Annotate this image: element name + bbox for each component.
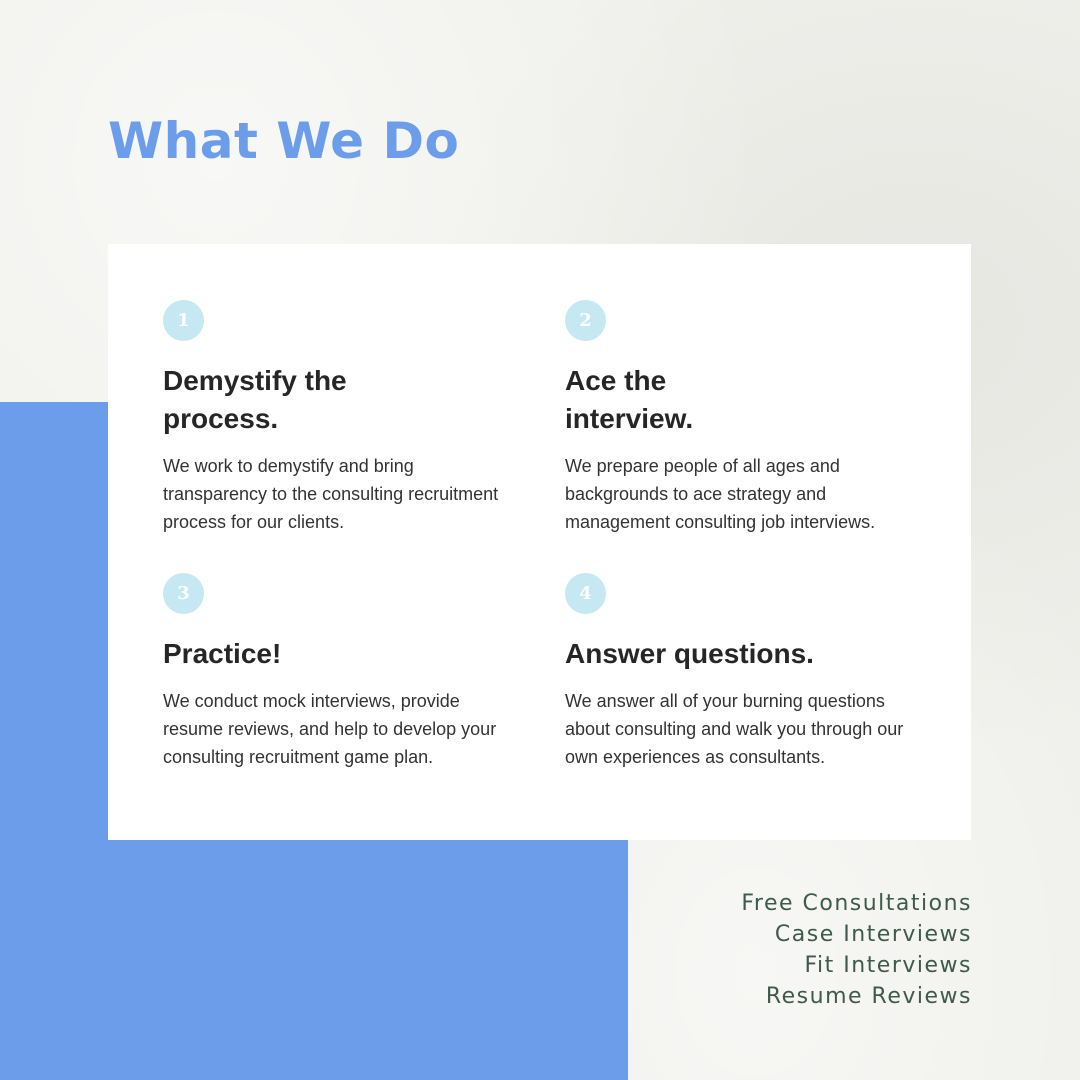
service-item: Fit Interviews	[804, 953, 972, 978]
service-item: Free Consultations	[741, 891, 972, 916]
page-title: What We Do	[108, 112, 460, 170]
feature-description: We prepare people of all ages and backgr…	[565, 456, 876, 532]
step-number-badge: 2	[565, 300, 606, 341]
service-item: Case Interviews	[774, 922, 972, 947]
services-list: Free Consultations Case Interviews Fit I…	[741, 888, 972, 1012]
feature-title: Demystify the process.	[163, 365, 347, 434]
features-card: 1 Demystify the process. We work to demy…	[108, 244, 971, 840]
feature-title: Answer questions.	[565, 638, 814, 669]
step-number-badge: 4	[565, 573, 606, 614]
step-number-badge: 3	[163, 573, 204, 614]
feature-title: Ace the interview.	[565, 365, 694, 434]
feature-description: We work to demystify and bring transpare…	[163, 456, 499, 532]
feature-description: We answer all of your burning questions …	[565, 691, 904, 767]
step-number-badge: 1	[163, 300, 204, 341]
feature-title: Practice!	[163, 638, 282, 669]
service-item: Resume Reviews	[765, 984, 972, 1009]
feature-description: We conduct mock interviews, provide resu…	[163, 691, 497, 767]
